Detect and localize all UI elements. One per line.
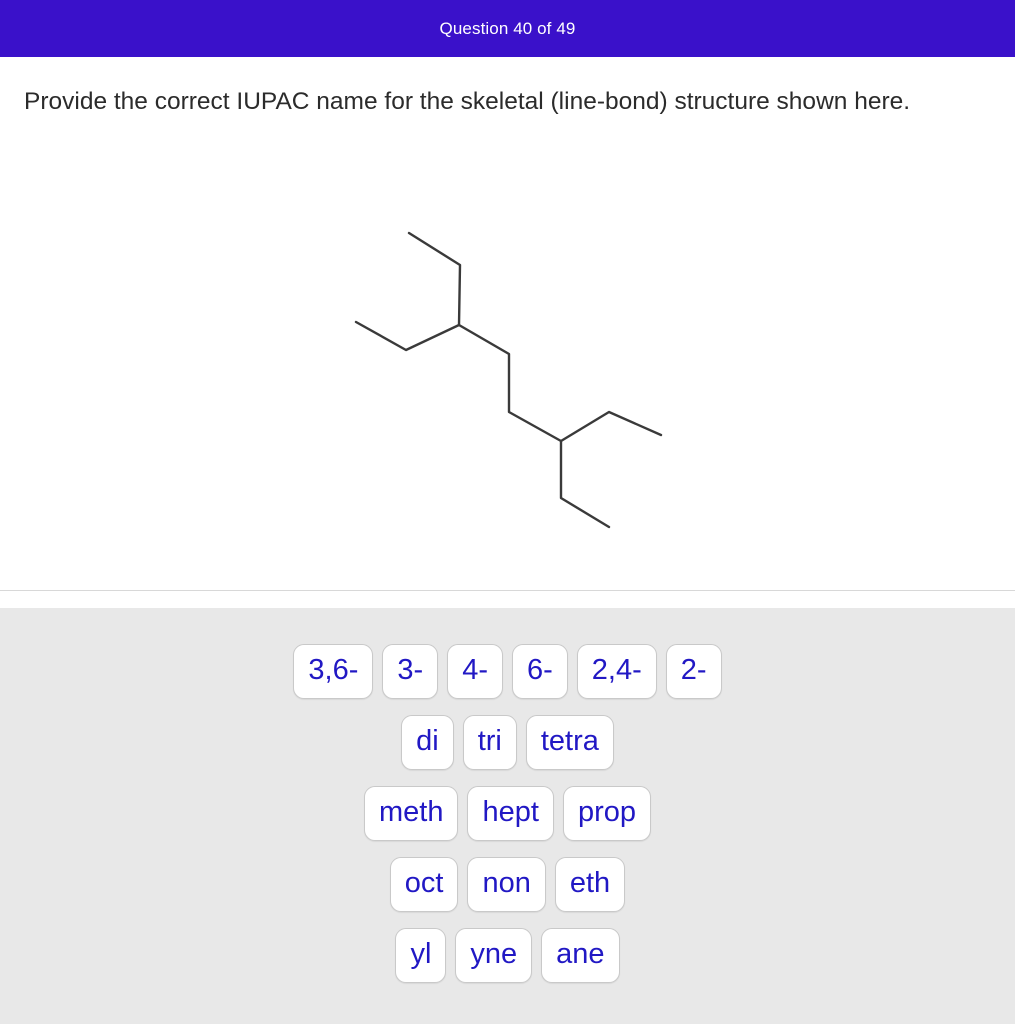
answer-tile[interactable]: 3- [382,644,439,699]
answer-tile-row: yl yne ane [0,928,1015,983]
answer-tile[interactable]: eth [554,857,626,912]
structure-figure [0,217,1015,577]
question-panel: Provide the correct IUPAC name for the s… [0,57,1015,591]
bond-segment-1 [407,231,461,327]
question-header: Question 40 of 49 [0,0,1015,57]
answer-tile[interactable]: oct [389,857,459,912]
answer-tile[interactable]: yne [455,928,533,983]
bond-segment-3 [457,323,562,443]
answer-tile[interactable]: 2,4- [576,644,657,699]
answer-tile[interactable]: ane [541,928,620,983]
answer-tile[interactable]: 6- [512,644,568,699]
tray-spacer [0,591,1015,608]
answer-tile[interactable]: hept [467,786,554,841]
answer-tile[interactable]: 2- [665,644,722,699]
answer-tile[interactable]: yl [395,928,447,983]
question-prompt: Provide the correct IUPAC name for the s… [24,88,911,115]
bond-segment-2 [354,320,460,352]
answer-tile-row: meth hept prop [0,786,1015,841]
answer-tile[interactable]: non [467,857,546,912]
skeletal-structure-diagram [354,231,662,529]
answer-tile[interactable]: meth [364,786,459,841]
answer-tile-row: 3,6- 3- 4- 6- 2,4- 2- [0,644,1015,699]
answer-tile[interactable]: tetra [525,715,614,770]
quiz-screen: Question 40 of 49 Provide the correct IU… [0,0,1015,1024]
answer-tile[interactable]: prop [562,786,651,841]
answer-tile-row: oct non eth [0,857,1015,912]
answer-tile-rows: 3,6- 3- 4- 6- 2,4- 2- di tri tetra meth hept prop oc… [0,644,1015,983]
answer-tile[interactable]: di [401,715,454,770]
answer-tile-tray: 3,6- 3- 4- 6- 2,4- 2- di tri tetra meth hept prop oc… [0,608,1015,1024]
bond-line-group [354,231,662,529]
answer-tile[interactable]: 3,6- [293,644,374,699]
bond-segment-4 [559,410,662,443]
answer-tile[interactable]: 4- [447,644,503,699]
answer-tile-row: di tri tetra [0,715,1015,770]
answer-tile[interactable]: tri [462,715,517,770]
bond-segment-5 [559,439,610,529]
question-counter: Question 40 of 49 [439,18,576,38]
